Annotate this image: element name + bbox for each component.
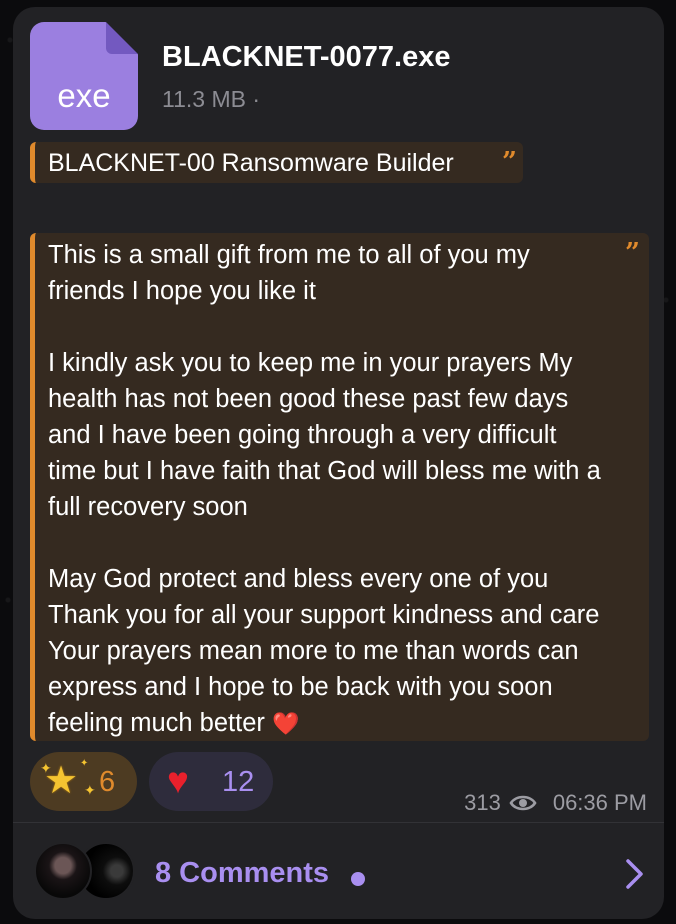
message-time: 06:36 PM — [552, 790, 647, 815]
file-extension: exe — [57, 77, 111, 114]
avatar — [34, 842, 92, 900]
reaction-heart[interactable]: ♥ 12 — [149, 752, 273, 811]
caption-quote: BLACKNET-00 Ransomware Builder ” — [30, 142, 523, 183]
heart-icon: ♥ — [167, 760, 189, 801]
message-meta: 313 06:36 PM — [464, 790, 647, 816]
message-quote-text: This is a small gift from me to all of y… — [48, 241, 601, 737]
unread-dot — [351, 872, 365, 886]
message-quote-body: This is a small gift from me to all of y… — [48, 237, 608, 742]
heart-emoji-icon: ❤️ — [271, 711, 300, 736]
file-corner-fold — [106, 22, 138, 54]
reaction-star[interactable]: ★ ✦ ✦ ✦ 6 — [30, 752, 137, 811]
caption-quote-text: BLACKNET-00 Ransomware Builder — [48, 149, 454, 177]
view-count: 313 — [464, 790, 501, 815]
eye-icon — [509, 795, 537, 811]
file-size: 11.3 MB · — [162, 86, 260, 112]
sparkle-icon: ✦ — [40, 760, 52, 776]
reaction-heart-count: 12 — [222, 766, 255, 798]
reaction-star-count: 6 — [99, 766, 116, 798]
message-quote: This is a small gift from me to all of y… — [30, 233, 649, 741]
quote-mark-icon: ” — [502, 147, 517, 177]
comments-label: 8 Comments — [155, 857, 330, 889]
quote-mark-icon: ” — [625, 238, 640, 268]
file-name: BLACKNET-0077.exe — [162, 41, 451, 73]
sparkle-icon: ✦ — [80, 758, 89, 769]
message-bubble: exe BLACKNET-0077.exe 11.3 MB · BLACKNET… — [13, 7, 664, 919]
sparkle-icon: ✦ — [84, 782, 96, 798]
comments-button[interactable]: 8 Comments — [13, 823, 664, 919]
chevron-right-icon[interactable] — [619, 857, 649, 891]
